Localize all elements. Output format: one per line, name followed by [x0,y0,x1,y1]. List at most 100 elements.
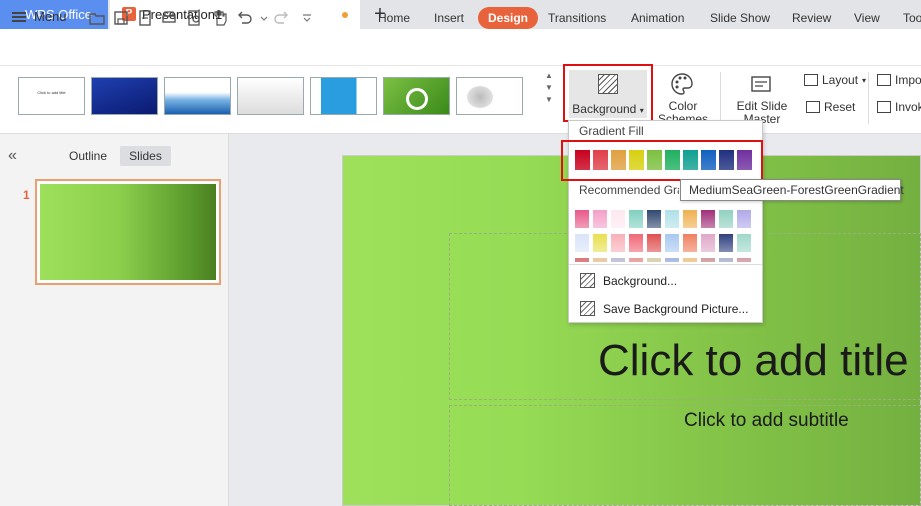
menu-button[interactable]: Menu [12,9,67,24]
recommended-gradient-swatch[interactable] [575,234,589,252]
undo-dropdown-icon[interactable] [255,9,268,27]
gradient-swatch[interactable] [593,150,608,170]
undo-icon[interactable] [236,9,254,27]
gradient-swatch[interactable] [629,150,644,170]
recommended-gradient-swatch[interactable] [719,234,733,252]
recommended-gradient-swatch[interactable] [593,210,607,228]
recommended-gradient-swatch[interactable] [611,210,625,228]
dropdown-divider [569,264,762,265]
scroll-up-icon[interactable]: ▲ [543,70,555,82]
background-button[interactable]: Background ▾ [569,70,647,118]
export-pdf-icon[interactable] [136,9,154,27]
recommended-gradient-swatch[interactable] [647,258,661,262]
import-button[interactable]: Import [877,73,921,87]
chevron-down-icon: ▾ [862,75,867,85]
open-folder-icon[interactable] [88,9,106,27]
collapse-panel-icon[interactable]: « [8,147,17,165]
recommended-gradient-swatch[interactable] [683,258,697,262]
theme-scroll-arrows[interactable]: ▲ ▼ ▼ [543,70,555,118]
layout-label: Layout [822,73,859,87]
invoke-button[interactable]: Invoke [877,100,921,114]
tab-design[interactable]: Design [478,7,539,29]
background-icon [580,273,595,288]
theme-thumbnail[interactable] [456,77,523,115]
gradient-swatch[interactable] [701,150,716,170]
save-background-menu-item[interactable]: Save Background Picture... [580,301,748,316]
recommended-gradient-swatch[interactable] [701,210,715,228]
floral-graphic-icon [467,86,493,108]
redo-icon[interactable] [272,9,290,27]
recommended-gradient-swatch[interactable] [647,210,661,228]
unsaved-dot-icon [342,12,348,18]
tab-view[interactable]: View [854,7,880,29]
slide-thumbnail[interactable] [35,179,221,285]
recommended-gradient-swatch[interactable] [737,210,751,228]
recommended-gradient-swatch[interactable] [665,210,679,228]
tab-home[interactable]: Home [378,7,410,29]
gradient-swatch[interactable] [737,150,752,170]
theme-thumbnail-title: Click to add title [37,90,66,95]
recommended-gradient-swatch[interactable] [719,210,733,228]
gradient-swatch[interactable] [611,150,626,170]
save-icon[interactable] [112,9,130,27]
recommended-gradient-swatch[interactable] [593,234,607,252]
recommended-swatch-grid [575,210,755,262]
gradient-swatch[interactable] [665,150,680,170]
recommended-gradient-swatch[interactable] [575,210,589,228]
tab-animation[interactable]: Animation [631,7,684,29]
theme-thumbnail[interactable] [383,77,450,115]
import-icon [877,74,891,86]
recommended-gradient-swatch[interactable] [665,258,679,262]
tab-tools[interactable]: Tools [903,7,921,29]
recommended-gradient-swatch[interactable] [701,258,715,262]
recommended-gradient-swatch[interactable] [665,234,679,252]
recommended-gradient-swatch[interactable] [611,234,625,252]
recommended-gradient-swatch[interactable] [701,234,715,252]
invoke-label: Invoke [895,100,921,114]
recommended-gradient-swatch[interactable] [647,234,661,252]
recommended-gradient-swatch[interactable] [629,258,643,262]
gradient-swatch[interactable] [647,150,662,170]
slide-thumbnail-preview [40,184,216,280]
recommended-gradient-swatch[interactable] [629,210,643,228]
gradient-swatch[interactable] [719,150,734,170]
tab-review[interactable]: Review [792,7,831,29]
subtitle-placeholder-text: Click to add subtitle [684,410,849,431]
format-painter-icon[interactable] [211,9,229,27]
more-themes-icon[interactable]: ▼ [543,94,555,106]
print-preview-icon[interactable] [186,9,204,27]
layout-button[interactable]: Layout ▾ [804,73,866,87]
recommended-gradient-swatch[interactable] [593,258,607,262]
recommended-gradient-swatch[interactable] [737,258,751,262]
customize-toolbar-icon[interactable] [298,9,311,27]
slide-master-icon [751,76,771,92]
recommended-gradient-swatch[interactable] [683,234,697,252]
theme-thumbnail[interactable] [91,77,158,115]
gradient-swatch[interactable] [575,150,590,170]
background-label: Background [572,102,637,116]
recommended-gradient-swatch[interactable] [575,258,589,262]
reset-button[interactable]: Reset [806,100,855,114]
tab-transitions[interactable]: Transitions [548,7,606,29]
ribbon-separator [720,72,721,124]
recommended-gradient-swatch[interactable] [737,234,751,252]
save-background-label: Save Background Picture... [603,301,749,316]
recommended-gradient-swatch[interactable] [719,258,733,262]
theme-thumbnail[interactable] [237,77,304,115]
recommended-gradient-swatch[interactable] [611,258,625,262]
print-icon[interactable] [160,9,178,27]
background-menu-item[interactable]: Background... [580,273,677,288]
tab-outline[interactable]: Outline [69,149,107,163]
recommended-gradient-swatch[interactable] [629,234,643,252]
theme-thumbnail[interactable]: Click to add title [18,77,85,115]
edit-slide-master-button[interactable]: Edit Slide Master [730,70,794,126]
scroll-down-icon[interactable]: ▼ [543,82,555,94]
tab-slide-show[interactable]: Slide Show [710,7,770,29]
slide-number: 1 [23,188,30,202]
tab-slides[interactable]: Slides [120,146,171,166]
recommended-gradient-swatch[interactable] [683,210,697,228]
theme-thumbnail[interactable] [164,77,231,115]
gradient-swatch[interactable] [683,150,698,170]
tab-insert[interactable]: Insert [434,7,464,29]
theme-thumbnail[interactable] [310,77,377,115]
